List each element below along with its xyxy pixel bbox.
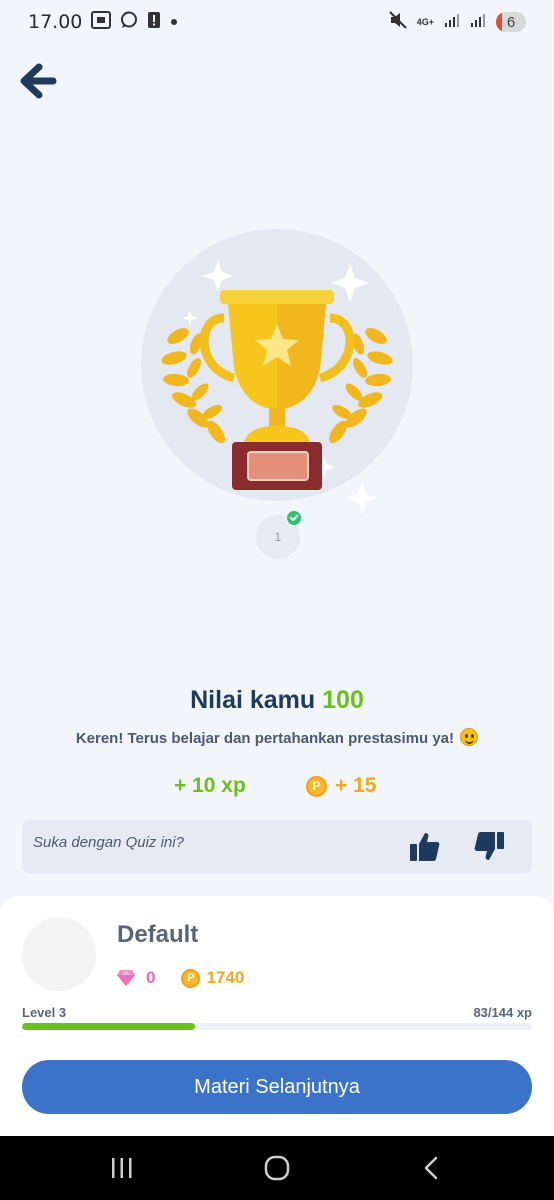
status-left: 17.00 — [28, 10, 178, 34]
trophy-illustration — [138, 228, 418, 528]
chevron-left-icon — [424, 1156, 438, 1180]
signal-icon-2 — [470, 12, 486, 33]
recent-apps-icon — [112, 1158, 132, 1178]
coin-balance: 1740 — [181, 968, 244, 988]
status-bar: 17.00 4G+ 6 — [0, 0, 554, 44]
next-material-button[interactable]: Materi Selanjutnya — [22, 1060, 532, 1114]
thumbs-down-icon — [474, 832, 504, 860]
xp-progress-bar — [22, 1023, 532, 1030]
system-back-button[interactable] — [418, 1154, 446, 1182]
xp-progress-fill — [22, 1023, 196, 1030]
gem-icon — [117, 970, 135, 986]
recent-apps-button[interactable] — [108, 1154, 136, 1182]
home-icon — [264, 1155, 290, 1181]
coin-balance-value: 1740 — [206, 968, 245, 987]
user-name: Default — [117, 921, 199, 948]
status-right: 4G+ 6 — [389, 10, 526, 34]
status-time: 17.00 — [28, 11, 83, 33]
arrow-left-icon — [20, 63, 57, 99]
coin-reward: + 15 — [306, 774, 376, 798]
profile-sheet: Default 0 1740 Level 3 83/144 xp Materi … — [0, 896, 554, 1136]
xp-reward: + 10 xp — [174, 774, 246, 797]
avatar — [22, 917, 96, 991]
trophy-icon — [141, 229, 413, 516]
congrats-message: Keren! Terus belajar dan pertahankan pre… — [0, 728, 554, 747]
screenshot-icon — [91, 10, 112, 34]
battery-level: 6 — [506, 13, 516, 31]
alert-icon — [147, 11, 161, 34]
xp-progress-label: 83/144 xp — [473, 1005, 532, 1020]
smile-emoji-icon — [460, 728, 479, 746]
score-prefix: Nilai kamu — [190, 686, 316, 714]
signal-icon — [444, 12, 460, 33]
notification-dot-icon — [170, 13, 178, 31]
coin-icon — [181, 968, 201, 988]
check-icon — [285, 509, 303, 527]
chat-icon — [120, 11, 138, 34]
mute-icon — [389, 10, 407, 34]
level-label: Level 3 — [22, 1005, 67, 1020]
system-nav-bar — [0, 1136, 554, 1200]
score-title: Nilai kamu 100 — [0, 686, 554, 715]
feedback-question: Suka dengan Quiz ini? — [33, 834, 184, 851]
score-value: 100 — [322, 686, 364, 714]
coin-reward-value: + 15 — [335, 774, 377, 797]
home-button[interactable] — [263, 1154, 291, 1182]
back-button[interactable] — [18, 62, 60, 100]
step-number: 1 — [274, 530, 282, 544]
like-button[interactable] — [408, 830, 442, 864]
coin-icon — [306, 775, 327, 797]
thumbs-up-icon — [410, 833, 440, 861]
dislike-button[interactable] — [472, 829, 506, 863]
network-type-label: 4G+ — [416, 16, 434, 27]
currency-row: 0 1740 — [116, 968, 244, 988]
gem-count: 0 — [146, 968, 156, 987]
battery-indicator: 6 — [496, 12, 526, 32]
congrats-text: Keren! Terus belajar dan pertahankan pre… — [75, 730, 454, 747]
quiz-feedback-box: Suka dengan Quiz ini? — [22, 820, 532, 874]
